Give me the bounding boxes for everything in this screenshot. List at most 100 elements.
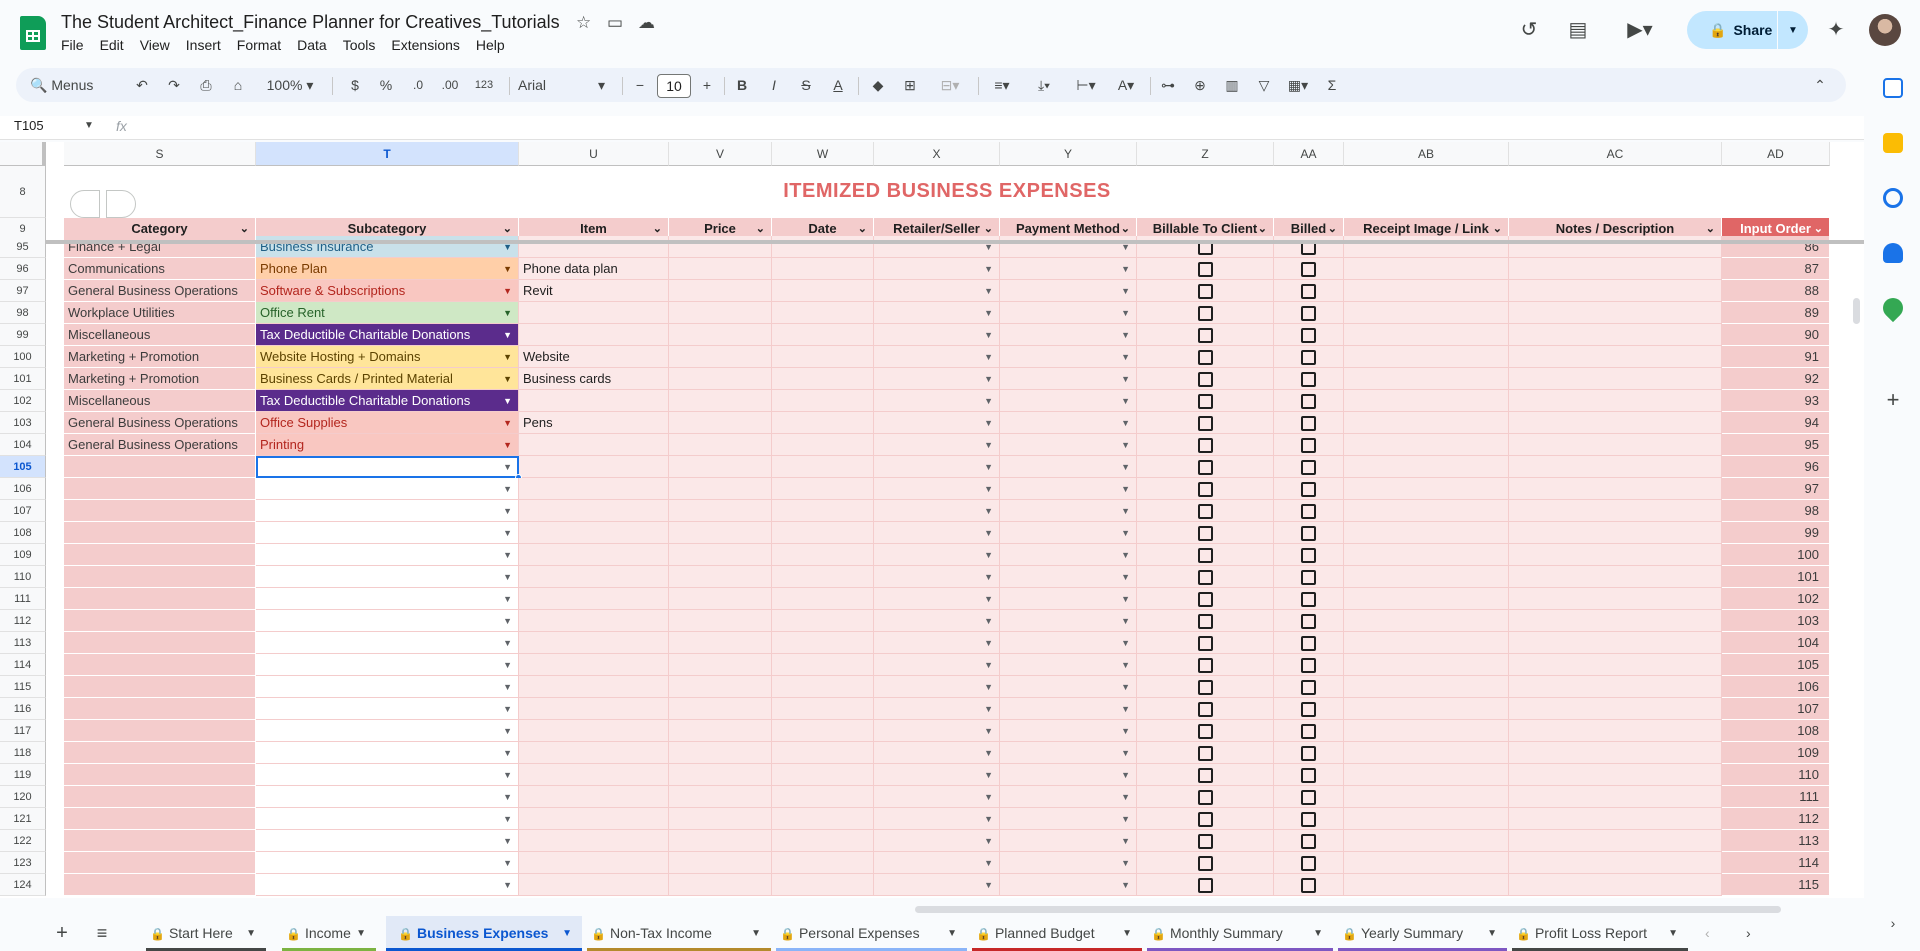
payment-method-dropdown[interactable]: ▼ [1000,654,1137,676]
date-cell[interactable] [772,566,874,588]
item-cell[interactable] [519,632,669,654]
comments-icon[interactable]: ▤ [1566,18,1590,42]
notes-cell[interactable] [1509,830,1722,852]
version-history-icon[interactable]: ↺ [1517,18,1541,42]
payment-method-dropdown[interactable]: ▼ [1000,830,1137,852]
billable-checkbox[interactable] [1197,790,1213,805]
dropdown-arrow-icon[interactable]: ▼ [503,390,512,411]
subcategory-dropdown[interactable]: ▼ [256,698,519,720]
all-sheets-icon[interactable]: ≡ [92,916,112,951]
dropdown-arrow-icon[interactable]: ▼ [1121,368,1130,389]
payment-method-dropdown[interactable]: ▼ [1000,720,1137,742]
billable-checkbox[interactable] [1197,768,1213,783]
billable-checkbox[interactable] [1197,460,1213,475]
item-cell[interactable] [519,786,669,808]
column-header-ad[interactable]: AD [1722,142,1830,166]
table-settings-icon[interactable] [106,190,136,218]
date-cell[interactable] [772,390,874,412]
notes-cell[interactable] [1509,874,1722,896]
billed-checkbox[interactable] [1301,592,1316,607]
dropdown-arrow-icon[interactable]: ▼ [984,456,993,477]
notes-cell[interactable] [1509,434,1722,456]
functions-icon[interactable]: Σ [1322,68,1342,102]
category-cell[interactable]: Communications [64,258,256,280]
item-cell[interactable] [519,698,669,720]
receipt-link-cell[interactable] [1344,258,1509,280]
font-size-input[interactable]: 10 [657,74,691,98]
price-cell[interactable] [669,500,772,522]
dropdown-arrow-icon[interactable]: ▼ [1121,874,1130,895]
row-header-98[interactable]: 98 [0,302,46,324]
dropdown-arrow-icon[interactable]: ▼ [503,302,512,323]
retailer-dropdown[interactable]: ▼ [874,742,1000,764]
billed-checkbox[interactable] [1301,768,1316,783]
dropdown-arrow-icon[interactable]: ▼ [1121,522,1130,543]
subcategory-dropdown[interactable]: Business Cards / Printed Material ▼ [256,368,519,390]
dropdown-arrow-icon[interactable]: ▼ [1121,632,1130,653]
category-cell[interactable] [64,808,256,830]
category-cell[interactable] [64,786,256,808]
payment-method-dropdown[interactable]: ▼ [1000,412,1137,434]
payment-method-dropdown[interactable]: ▼ [1000,522,1137,544]
price-cell[interactable] [669,588,772,610]
retailer-dropdown[interactable]: ▼ [874,698,1000,720]
dropdown-arrow-icon[interactable]: ▼ [984,610,993,631]
menu-format[interactable]: Format [229,37,289,53]
paint-format-icon[interactable]: ⌂ [228,68,248,102]
row-header-120[interactable]: 120 [0,786,46,808]
retailer-dropdown[interactable]: ▼ [874,346,1000,368]
row-header-101[interactable]: 101 [0,368,46,390]
dropdown-arrow-icon[interactable]: ▼ [984,764,993,785]
category-cell[interactable] [64,522,256,544]
payment-method-dropdown[interactable]: ▼ [1000,434,1137,456]
row-header-114[interactable]: 114 [0,654,46,676]
row-header-106[interactable]: 106 [0,478,46,500]
notes-cell[interactable] [1509,566,1722,588]
date-cell[interactable] [772,786,874,808]
date-cell[interactable] [772,742,874,764]
subcategory-dropdown[interactable]: ▼ [256,852,519,874]
dropdown-arrow-icon[interactable]: ▼ [984,852,993,873]
price-cell[interactable] [669,544,772,566]
row-header-118[interactable]: 118 [0,742,46,764]
borders-icon[interactable]: ⊞ [900,68,920,102]
retailer-dropdown[interactable]: ▼ [874,456,1000,478]
dropdown-arrow-icon[interactable]: ▼ [503,698,512,719]
dropdown-arrow-icon[interactable]: ▼ [503,280,512,301]
frozen-rows-divider[interactable] [46,240,1864,244]
meet-icon[interactable]: ▶▾ [1620,18,1660,42]
subcategory-dropdown[interactable]: ▼ [256,500,519,522]
chevron-down-icon[interactable]: ▼ [947,916,957,951]
billed-checkbox[interactable] [1301,812,1316,827]
date-cell[interactable] [772,434,874,456]
tab-non-tax-income[interactable]: 🔒 Non-Tax Income ▼ [587,916,771,951]
billable-checkbox[interactable] [1197,284,1213,299]
billable-checkbox[interactable] [1197,416,1213,431]
price-cell[interactable] [669,874,772,896]
sheet-title[interactable]: ITEMIZED BUSINESS EXPENSES [64,180,1830,203]
dropdown-arrow-icon[interactable]: ▼ [984,324,993,345]
price-cell[interactable] [669,324,772,346]
billable-checkbox[interactable] [1197,636,1213,651]
notes-cell[interactable] [1509,500,1722,522]
billable-checkbox[interactable] [1197,658,1213,673]
subcategory-dropdown[interactable]: ▼ [256,610,519,632]
item-cell[interactable] [519,742,669,764]
subcategory-dropdown[interactable]: Website Hosting + Domains ▼ [256,346,519,368]
billable-checkbox[interactable] [1197,834,1213,849]
dropdown-arrow-icon[interactable]: ▼ [503,610,512,631]
chevron-down-icon[interactable]: ▼ [751,916,761,951]
dropdown-arrow-icon[interactable]: ▼ [984,720,993,741]
price-cell[interactable] [669,808,772,830]
dropdown-arrow-icon[interactable]: ▼ [503,324,512,345]
chevron-down-icon[interactable]: ▼ [562,916,572,951]
payment-method-dropdown[interactable]: ▼ [1000,786,1137,808]
percent-format-button[interactable]: % [376,68,396,102]
item-cell[interactable]: Pens [519,412,669,434]
notes-cell[interactable] [1509,786,1722,808]
price-cell[interactable] [669,654,772,676]
menu-edit[interactable]: Edit [92,37,132,53]
notes-cell[interactable] [1509,368,1722,390]
billed-checkbox[interactable] [1301,790,1316,805]
insert-link-icon[interactable]: ⊶ [1158,68,1178,102]
